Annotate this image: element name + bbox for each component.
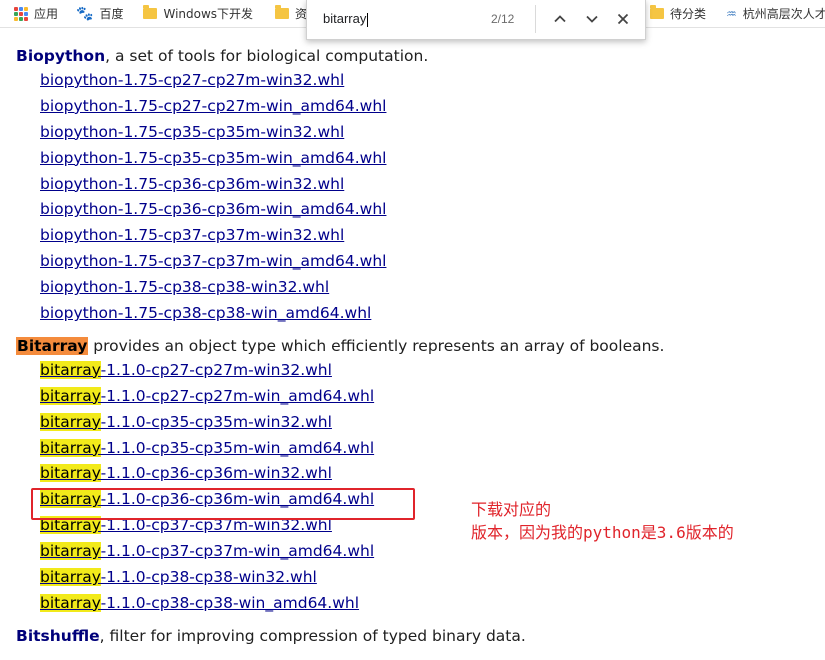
- find-input[interactable]: bitarray: [323, 11, 369, 27]
- download-link-row: bitarray-1.1.0-cp38-cp38-win_amd64.whl: [40, 591, 816, 617]
- chevron-up-icon: [554, 15, 566, 23]
- text-caret: [367, 12, 369, 27]
- download-link[interactable]: biopython-1.75-cp36-cp36m-win32.whl: [40, 175, 344, 193]
- find-divider: [535, 5, 536, 33]
- download-link[interactable]: biopython-1.75-cp36-cp36m-win_amd64.whl: [40, 200, 386, 218]
- bookmark-apps[interactable]: 应用: [14, 0, 59, 27]
- annotation-line-1: 下载对应的: [471, 500, 552, 519]
- search-match-highlight: bitarray: [40, 386, 101, 405]
- package-heading: Biopython, a set of tools for biological…: [16, 44, 816, 68]
- search-match-highlight: bitarray: [40, 568, 101, 587]
- search-match-highlight: bitarray: [40, 438, 101, 457]
- find-previous-button[interactable]: [549, 8, 571, 30]
- bookmark-apps-label: 应用: [34, 7, 59, 21]
- find-query-text: bitarray: [323, 11, 367, 26]
- download-link-row: biopython-1.75-cp27-cp27m-win32.whl: [40, 68, 816, 94]
- download-link[interactable]: biopython-1.75-cp35-cp35m-win_amd64.whl: [40, 149, 386, 167]
- bookmark-pending[interactable]: 待分类: [650, 0, 707, 27]
- download-link[interactable]: biopython-1.75-cp27-cp27m-win_amd64.whl: [40, 97, 386, 115]
- annotation-note: 下载对应的 版本，因为我的python是3.6版本的: [471, 498, 734, 544]
- download-link-row: biopython-1.75-cp35-cp35m-win32.whl: [40, 120, 816, 146]
- download-link-suffix: -1.1.0-cp38-cp38-win32.whl: [100, 568, 317, 587]
- download-link[interactable]: biopython-1.75-cp38-cp38-win_amd64.whl: [40, 304, 371, 322]
- download-link-suffix: -1.1.0-cp35-cp35m-win32.whl: [100, 412, 332, 431]
- bookmark-baidu[interactable]: 🐾 百度: [76, 0, 124, 27]
- package-description: , a set of tools for biological computat…: [105, 47, 429, 65]
- bookmark-resources[interactable]: 资: [275, 0, 307, 27]
- download-link-row: biopython-1.75-cp36-cp36m-win32.whl: [40, 172, 816, 198]
- download-link[interactable]: biopython-1.75-cp37-cp37m-win_amd64.whl: [40, 252, 386, 270]
- package-bitshuffle: Bitshuffle, filter for improving compres…: [16, 624, 816, 648]
- download-link-row: biopython-1.75-cp38-cp38-win32.whl: [40, 275, 816, 301]
- download-link[interactable]: bitarray-1.1.0-cp38-cp38-win32.whl: [40, 568, 317, 587]
- find-next-button[interactable]: [581, 8, 603, 30]
- download-link-suffix: -1.1.0-cp27-cp27m-win32.whl: [100, 360, 332, 379]
- download-link[interactable]: bitarray-1.1.0-cp38-cp38-win_amd64.whl: [40, 593, 360, 612]
- download-link-suffix: -1.1.0-cp36-cp36m-win32.whl: [100, 464, 332, 483]
- download-link-row: bitarray-1.1.0-cp27-cp27m-win_amd64.whl: [40, 384, 816, 410]
- download-link[interactable]: biopython-1.75-cp37-cp37m-win32.whl: [40, 226, 344, 244]
- download-link-row: biopython-1.75-cp37-cp37m-win32.whl: [40, 223, 816, 249]
- download-link[interactable]: bitarray-1.1.0-cp37-cp37m-win_amd64.whl: [40, 542, 375, 561]
- bookmark-hangzhou-label: 杭州高层次人才: [742, 7, 825, 21]
- download-link[interactable]: biopython-1.75-cp35-cp35m-win32.whl: [40, 123, 344, 141]
- apps-grid-icon: [14, 6, 28, 21]
- find-close-button[interactable]: [612, 8, 634, 30]
- download-link[interactable]: bitarray-1.1.0-cp27-cp27m-win_amd64.whl: [40, 386, 375, 405]
- download-link-row: biopython-1.75-cp35-cp35m-win_amd64.whl: [40, 146, 816, 172]
- download-link[interactable]: bitarray-1.1.0-cp35-cp35m-win32.whl: [40, 412, 332, 431]
- annotation-line-2: 版本，因为我的python是3.6版本的: [471, 523, 734, 542]
- close-icon: [617, 13, 629, 25]
- bookmark-baidu-label: 百度: [99, 7, 124, 21]
- download-link-row: bitarray-1.1.0-cp27-cp27m-win32.whl: [40, 358, 816, 384]
- download-link-row: biopython-1.75-cp27-cp27m-win_amd64.whl: [40, 94, 816, 120]
- search-match-highlight: bitarray: [40, 542, 101, 561]
- download-link[interactable]: bitarray-1.1.0-cp27-cp27m-win32.whl: [40, 360, 332, 379]
- search-match-highlight: bitarray: [40, 360, 101, 379]
- package-name: Bitshuffle: [16, 626, 100, 645]
- package-description: provides an object type which efficientl…: [88, 336, 665, 355]
- download-link-row: bitarray-1.1.0-cp35-cp35m-win_amd64.whl: [40, 436, 816, 462]
- package-name: Biopython: [16, 47, 106, 65]
- search-match-highlight: bitarray: [40, 593, 101, 612]
- package-heading: Bitarray provides an object type which e…: [16, 334, 816, 358]
- bookmark-hangzhou[interactable]: ♒ 杭州高层次人才: [726, 0, 825, 27]
- package-bitarray: Bitarray provides an object type which e…: [16, 334, 816, 617]
- download-link-suffix: -1.1.0-cp35-cp35m-win_amd64.whl: [100, 438, 375, 457]
- download-link-row: bitarray-1.1.0-cp36-cp36m-win32.whl: [40, 461, 816, 487]
- download-link-row: biopython-1.75-cp37-cp37m-win_amd64.whl: [40, 249, 816, 275]
- package-heading: Bitshuffle, filter for improving compres…: [16, 624, 816, 648]
- highlight-box: [31, 488, 415, 520]
- site-logo-icon: ♒: [726, 6, 737, 21]
- search-match-highlight: bitarray: [40, 464, 101, 483]
- download-link-suffix: -1.1.0-cp27-cp27m-win_amd64.whl: [100, 386, 375, 405]
- folder-icon: [650, 5, 664, 19]
- package-list: Biopython, a set of tools for biological…: [16, 44, 816, 655]
- package-biopython: Biopython, a set of tools for biological…: [16, 44, 816, 327]
- download-link[interactable]: biopython-1.75-cp27-cp27m-win32.whl: [40, 71, 344, 89]
- download-link-row: bitarray-1.1.0-cp38-cp38-win32.whl: [40, 565, 816, 591]
- find-bar: bitarray 2/12: [306, 0, 646, 40]
- download-link-suffix: -1.1.0-cp38-cp38-win_amd64.whl: [100, 593, 360, 612]
- download-link[interactable]: bitarray-1.1.0-cp35-cp35m-win_amd64.whl: [40, 438, 375, 457]
- download-link[interactable]: bitarray-1.1.0-cp36-cp36m-win32.whl: [40, 464, 332, 483]
- download-link[interactable]: biopython-1.75-cp38-cp38-win32.whl: [40, 278, 329, 296]
- folder-icon: [143, 5, 158, 19]
- bookmark-windows-dev[interactable]: Windows下开发: [143, 0, 254, 27]
- chevron-down-icon: [586, 15, 598, 23]
- package-name-active-match: Bitarray: [16, 336, 89, 355]
- download-links: biopython-1.75-cp27-cp27m-win32.whl biopy…: [40, 68, 816, 327]
- baidu-paw-icon: 🐾: [76, 5, 94, 22]
- bookmark-windows-dev-label: Windows下开发: [163, 7, 254, 21]
- folder-icon: [275, 5, 290, 19]
- download-link-suffix: -1.1.0-cp37-cp37m-win_amd64.whl: [100, 542, 375, 561]
- package-description: , filter for improving compression of ty…: [99, 626, 526, 645]
- find-match-count: 2/12: [491, 12, 515, 26]
- download-link-row: biopython-1.75-cp36-cp36m-win_amd64.whl: [40, 197, 816, 223]
- download-link-row: bitarray-1.1.0-cp35-cp35m-win32.whl: [40, 410, 816, 436]
- search-match-highlight: bitarray: [40, 412, 101, 431]
- download-link-row: biopython-1.75-cp38-cp38-win_amd64.whl: [40, 301, 816, 327]
- bookmark-pending-label: 待分类: [670, 7, 707, 21]
